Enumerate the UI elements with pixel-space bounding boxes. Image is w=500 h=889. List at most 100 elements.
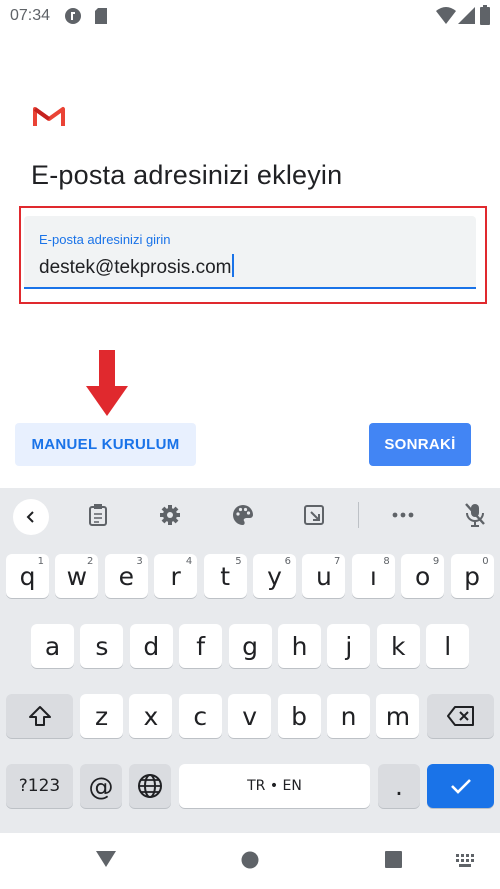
key-g[interactable]: g xyxy=(228,624,272,668)
key-label: w xyxy=(66,561,88,591)
key-d[interactable]: d xyxy=(129,624,173,668)
email-field[interactable]: E-posta adresinizi girin destek@tekprosi… xyxy=(24,216,476,289)
globe-language-icon[interactable] xyxy=(129,764,171,808)
at-key[interactable]: @ xyxy=(80,764,122,808)
key-v[interactable]: v xyxy=(228,694,272,738)
email-field-value[interactable]: destek@tekprosis.com xyxy=(39,254,235,279)
key-q[interactable]: q1 xyxy=(6,554,49,598)
key-hint: 3 xyxy=(136,556,143,567)
key-label: j xyxy=(345,631,353,661)
key-label: n xyxy=(340,701,357,731)
symbols-key[interactable]: ?123 xyxy=(6,764,73,808)
mic-off-icon[interactable] xyxy=(457,498,493,532)
key-label: r xyxy=(170,561,181,591)
key-n[interactable]: n xyxy=(327,694,370,738)
key-label: s xyxy=(95,631,109,661)
key-label: k xyxy=(391,631,406,661)
floating-keyboard-icon[interactable] xyxy=(296,498,332,532)
soft-keyboard: ?123 @ TR • EN . q1w2e3r4t5y6u7ı8o9p0asd… xyxy=(0,488,500,833)
battery-icon xyxy=(480,5,490,30)
next-button[interactable]: SONRAKİ xyxy=(369,423,471,466)
key-label: y xyxy=(267,561,282,591)
key-f[interactable]: f xyxy=(179,624,223,668)
key-h[interactable]: h xyxy=(278,624,321,668)
key-hint: 4 xyxy=(185,556,193,567)
page-title: E-posta adresinizi ekleyin xyxy=(31,160,343,190)
sd-card-icon xyxy=(94,7,108,30)
key-j[interactable]: j xyxy=(327,624,371,668)
key-k[interactable]: k xyxy=(376,624,420,668)
palette-icon[interactable] xyxy=(225,498,261,532)
more-dots-icon[interactable] xyxy=(385,498,421,532)
key-label: l xyxy=(444,631,452,661)
manual-setup-button[interactable]: MANUEL KURULUM xyxy=(15,423,196,466)
key-a[interactable]: a xyxy=(31,624,74,668)
key-r[interactable]: r4 xyxy=(154,554,198,598)
key-label: t xyxy=(220,561,230,591)
key-label: q xyxy=(19,561,36,591)
key-hint: 5 xyxy=(235,556,242,567)
settings-gear-icon[interactable] xyxy=(152,498,188,532)
key-label: p xyxy=(464,561,481,591)
home-circle-icon[interactable] xyxy=(241,851,259,874)
key-l[interactable]: l xyxy=(426,624,470,668)
key-z[interactable]: z xyxy=(80,694,123,738)
key-hint: 6 xyxy=(284,556,291,567)
key-label: a xyxy=(44,631,61,661)
status-time: 07:34 xyxy=(10,7,51,24)
key-ı[interactable]: ı8 xyxy=(351,554,395,598)
key-label: b xyxy=(291,701,308,731)
text-caret xyxy=(232,254,235,277)
key-w[interactable]: w2 xyxy=(55,554,99,598)
key-b[interactable]: b xyxy=(277,694,321,738)
enter-check-key[interactable] xyxy=(427,764,494,808)
key-hint: 8 xyxy=(383,556,390,567)
space-key[interactable]: TR • EN xyxy=(179,764,370,808)
key-label: x xyxy=(143,701,159,731)
gmail-logo xyxy=(33,104,65,128)
key-label: g xyxy=(242,631,259,661)
navigation-bar xyxy=(0,833,500,889)
key-p[interactable]: p0 xyxy=(450,554,494,598)
key-hint: 1 xyxy=(37,556,44,567)
key-x[interactable]: x xyxy=(129,694,173,738)
back-chevron-icon[interactable] xyxy=(13,499,49,535)
backspace-key[interactable] xyxy=(427,694,494,738)
key-y[interactable]: y6 xyxy=(253,554,296,598)
period-key[interactable]: . xyxy=(378,764,420,808)
key-label: ı xyxy=(369,561,377,591)
email-field-label: E-posta adresinizi girin xyxy=(39,232,171,247)
key-label: v xyxy=(242,701,258,731)
key-m[interactable]: m xyxy=(376,694,420,738)
annotation-arrow-icon xyxy=(86,350,128,416)
key-t[interactable]: t5 xyxy=(203,554,247,598)
recents-square-icon[interactable] xyxy=(385,851,402,873)
key-u[interactable]: u7 xyxy=(302,554,346,598)
email-field-text: destek@tekprosis.com xyxy=(39,257,232,278)
key-label: z xyxy=(94,701,109,731)
key-hint: 9 xyxy=(432,556,440,567)
key-hint: 0 xyxy=(482,556,489,567)
signal-icon xyxy=(458,7,476,30)
key-s[interactable]: s xyxy=(80,624,124,668)
back-triangle-icon[interactable] xyxy=(96,850,116,873)
key-o[interactable]: o9 xyxy=(401,554,445,598)
key-label: d xyxy=(143,631,160,661)
key-c[interactable]: c xyxy=(178,694,222,738)
key-label: u xyxy=(315,561,332,591)
key-e[interactable]: e3 xyxy=(104,554,148,598)
key-hint: 2 xyxy=(87,556,94,567)
wifi-icon xyxy=(436,7,456,30)
clipboard-icon[interactable] xyxy=(80,498,116,532)
key-label: e xyxy=(118,561,134,591)
key-label: c xyxy=(193,701,208,731)
key-label: o xyxy=(415,561,431,591)
key-label: m xyxy=(385,701,411,731)
keyboard-switch-icon[interactable] xyxy=(456,854,476,873)
vpn-key-icon xyxy=(64,7,82,30)
key-label: h xyxy=(291,631,308,661)
key-hint: 7 xyxy=(334,556,341,567)
keyboard-toolbar xyxy=(0,488,500,540)
key-label: f xyxy=(196,631,206,661)
shift-key[interactable] xyxy=(6,694,73,738)
